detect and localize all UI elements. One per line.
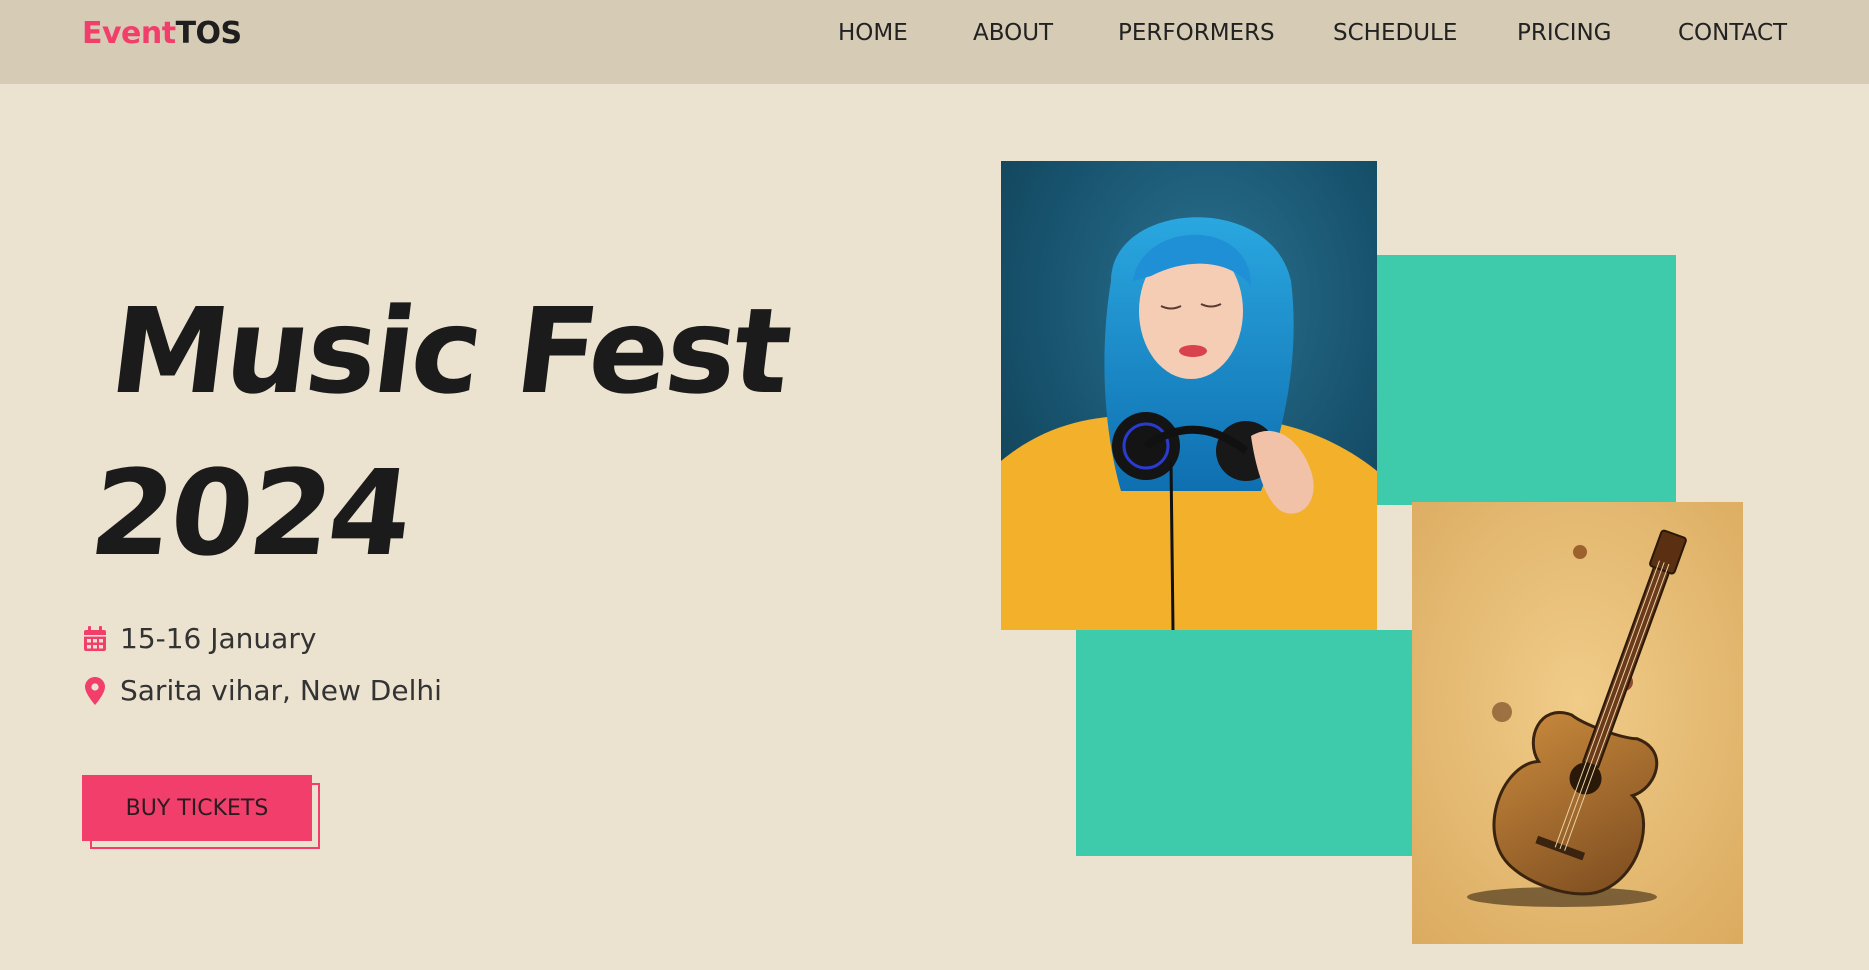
event-location: Sarita vihar, New Delhi: [82, 674, 442, 707]
teal-block-top: [1372, 255, 1676, 505]
guitar-illustration: [1412, 502, 1743, 944]
hero-title-line-1: Music Fest: [103, 282, 796, 420]
hero-title-line-2: 2024: [83, 444, 417, 582]
nav-home-link[interactable]: HOME: [838, 20, 908, 46]
nav-pricing-link[interactable]: PRICING: [1517, 20, 1612, 46]
main-nav: HOME ABOUT PERFORMERS SCHEDULE PRICING C…: [0, 20, 1869, 50]
nav-performers-link[interactable]: PERFORMERS: [1118, 20, 1275, 46]
nav-about-link[interactable]: ABOUT: [973, 20, 1053, 46]
teal-block-bottom: [1076, 630, 1416, 856]
nav-contact-link[interactable]: CONTACT: [1678, 20, 1787, 46]
buy-tickets-button[interactable]: BUY TICKETS: [82, 775, 312, 841]
navbar: EventTOS HOME ABOUT PERFORMERS SCHEDULE …: [0, 0, 1869, 84]
performer-photo: [1001, 161, 1377, 630]
calendar-icon: [82, 625, 108, 653]
event-date-text: 15-16 January: [120, 622, 317, 655]
buy-tickets-group: BUY TICKETS: [82, 775, 322, 850]
event-location-text: Sarita vihar, New Delhi: [120, 674, 442, 707]
event-date: 15-16 January: [82, 622, 316, 655]
hero-title: Music Fest 2024: [82, 270, 797, 594]
map-pin-icon: [82, 676, 108, 705]
nav-schedule-link[interactable]: SCHEDULE: [1333, 20, 1457, 46]
